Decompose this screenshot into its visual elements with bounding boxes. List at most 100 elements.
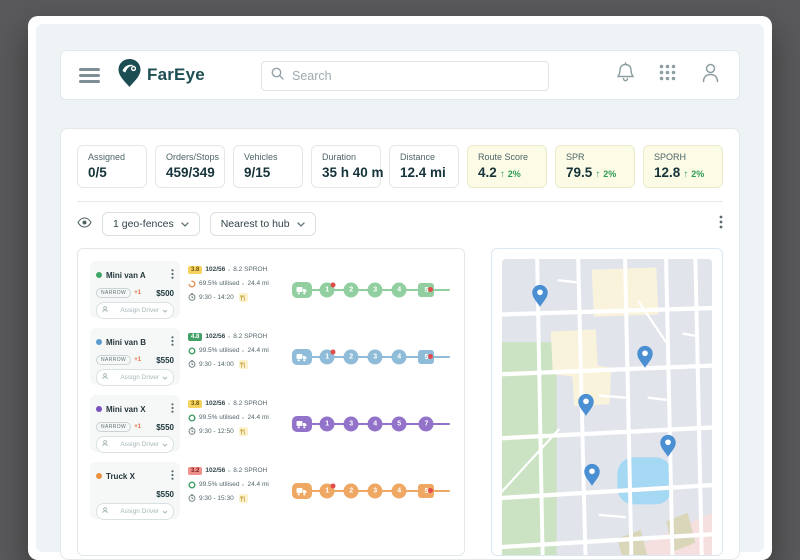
truck-icon[interactable] xyxy=(292,282,312,298)
row-kebab-icon[interactable] xyxy=(171,266,174,284)
stop-node[interactable]: 5 xyxy=(418,484,434,498)
truck-icon[interactable] xyxy=(292,483,312,499)
map-pin[interactable] xyxy=(584,463,601,486)
kebab-menu-icon[interactable] xyxy=(719,215,723,234)
clock-icon xyxy=(188,293,196,303)
truck-icon[interactable] xyxy=(292,349,312,365)
extra-tag-count: +1 xyxy=(134,357,141,363)
stop-node[interactable]: 4 xyxy=(392,350,407,365)
stop-node[interactable]: 3 xyxy=(344,417,359,432)
vehicle-list-panel: Mini van A NARROW +1 $500 Assign Driver xyxy=(77,248,465,556)
stop-node[interactable]: 2 xyxy=(344,283,359,298)
vehicle-info-card: Mini van X NARROW +1 $550 Assign Driver xyxy=(90,395,180,452)
notifications-bell-icon[interactable] xyxy=(616,62,635,88)
driver-icon xyxy=(102,507,117,516)
sort-dropdown[interactable]: Nearest to hub xyxy=(210,212,316,236)
route-timeline: 1 3 4 5 7 xyxy=(292,395,452,452)
eye-icon[interactable] xyxy=(77,215,92,233)
break-fork-knife-icon xyxy=(239,360,248,369)
kpi-vehicles: Vehicles 9/15 xyxy=(233,145,303,188)
vehicle-price: $550 xyxy=(156,356,174,365)
geo-fences-dropdown[interactable]: 1 geo-fences xyxy=(102,212,200,236)
map-pin[interactable] xyxy=(636,345,653,368)
rating-badge: 4.8 xyxy=(188,333,202,341)
stop-node[interactable]: 2 xyxy=(344,350,359,365)
row-kebab-icon[interactable] xyxy=(171,467,174,485)
stop-node[interactable]: 1 xyxy=(320,350,335,365)
trend-up-icon: ↑ xyxy=(595,169,600,180)
map-pin[interactable] xyxy=(578,393,595,416)
alert-dot xyxy=(331,484,336,489)
vehicle-name: Mini van A xyxy=(106,271,167,280)
list-toolbar: 1 geo-fences Nearest to hub xyxy=(77,212,723,236)
assign-driver-dropdown[interactable]: Assign Driver xyxy=(96,369,174,386)
kpi-assigned: Assigned 0/5 xyxy=(77,145,147,188)
stop-node[interactable]: 7 xyxy=(419,417,434,432)
assign-driver-dropdown[interactable]: Assign Driver xyxy=(96,503,174,520)
stop-node[interactable]: 2 xyxy=(344,484,359,499)
map-pin[interactable] xyxy=(531,284,548,307)
brand-logo[interactable]: FarEye xyxy=(116,58,205,93)
vehicle-row: Mini van X NARROW +1 $550 Assign Driver xyxy=(90,395,452,452)
extra-tag-count: +1 xyxy=(134,290,141,296)
utilisation-arc-icon xyxy=(189,415,195,421)
break-fork-knife-icon xyxy=(239,494,248,503)
vehicle-status-dot xyxy=(96,406,102,412)
search-input[interactable] xyxy=(290,68,539,84)
stop-node[interactable]: 3 xyxy=(368,350,383,365)
alert-dot xyxy=(428,354,433,359)
vehicle-tag: NARROW xyxy=(96,422,131,432)
clock-icon xyxy=(188,427,196,437)
route-timeline: 1 2 3 4 5 xyxy=(292,462,452,519)
section-divider xyxy=(77,201,723,202)
stop-node[interactable]: 4 xyxy=(368,417,383,432)
driver-icon xyxy=(102,440,117,449)
utilisation-arc-icon xyxy=(189,482,195,488)
driver-icon xyxy=(102,306,117,315)
assign-driver-dropdown[interactable]: Assign Driver xyxy=(96,302,174,319)
app-window: FarEye xyxy=(28,16,772,560)
map-pin[interactable] xyxy=(659,434,676,457)
alert-dot xyxy=(428,488,433,493)
utilisation-arc-icon xyxy=(189,281,195,287)
chevron-down-icon xyxy=(297,218,305,230)
stop-node[interactable]: 3 xyxy=(368,484,383,499)
stop-node[interactable]: 3 xyxy=(368,283,383,298)
apps-grid-icon[interactable] xyxy=(659,64,676,86)
kpi-spr: SPR 79.5 ↑ 2% xyxy=(555,145,635,188)
vehicle-stats: 3.8 102/568.2 SPROH 69.5% utilised24.4 m… xyxy=(188,261,288,318)
map-canvas[interactable] xyxy=(502,259,712,556)
stop-node[interactable]: 1 xyxy=(320,484,335,499)
driver-icon xyxy=(102,373,117,382)
top-navigation-bar: FarEye xyxy=(60,50,740,100)
user-profile-icon[interactable] xyxy=(700,62,721,88)
stop-node[interactable]: 4 xyxy=(392,484,407,499)
clock-icon xyxy=(188,360,196,370)
vehicle-stats: 3.8 102/568.2 SPROH 99.5% utilised24.4 m… xyxy=(188,395,288,452)
stop-node[interactable]: 5 xyxy=(392,417,407,432)
stop-node[interactable]: 1 xyxy=(320,283,335,298)
fareye-pin-icon xyxy=(116,58,143,93)
stop-node[interactable]: 4 xyxy=(392,283,407,298)
row-kebab-icon[interactable] xyxy=(171,333,174,351)
search-box xyxy=(261,61,549,91)
vehicle-info-card: Mini van B NARROW +1 $550 Assign Driver xyxy=(90,328,180,385)
brand-name: FarEye xyxy=(147,65,205,85)
vehicle-status-dot xyxy=(96,473,102,479)
hamburger-menu-icon[interactable] xyxy=(79,68,100,83)
vehicle-price: $500 xyxy=(156,289,174,298)
trend-up-icon: ↑ xyxy=(500,169,505,180)
rating-badge: 3.2 xyxy=(188,467,202,475)
row-kebab-icon[interactable] xyxy=(171,400,174,418)
stop-node[interactable]: 5 xyxy=(418,350,434,364)
kpi-distance: Distance 12.4 mi xyxy=(389,145,459,188)
kpi-orders-stops: Orders/Stops 459/349 xyxy=(155,145,225,188)
stop-node[interactable]: 5 xyxy=(418,283,434,297)
truck-icon[interactable] xyxy=(292,416,312,432)
alert-dot xyxy=(331,283,336,288)
assign-driver-dropdown[interactable]: Assign Driver xyxy=(96,436,174,453)
kpi-route-score: Route Score 4.2 ↑ 2% xyxy=(467,145,547,188)
map-panel xyxy=(491,248,723,556)
route-timeline: 1 2 3 4 5 xyxy=(292,261,452,318)
stop-node[interactable]: 1 xyxy=(320,417,335,432)
